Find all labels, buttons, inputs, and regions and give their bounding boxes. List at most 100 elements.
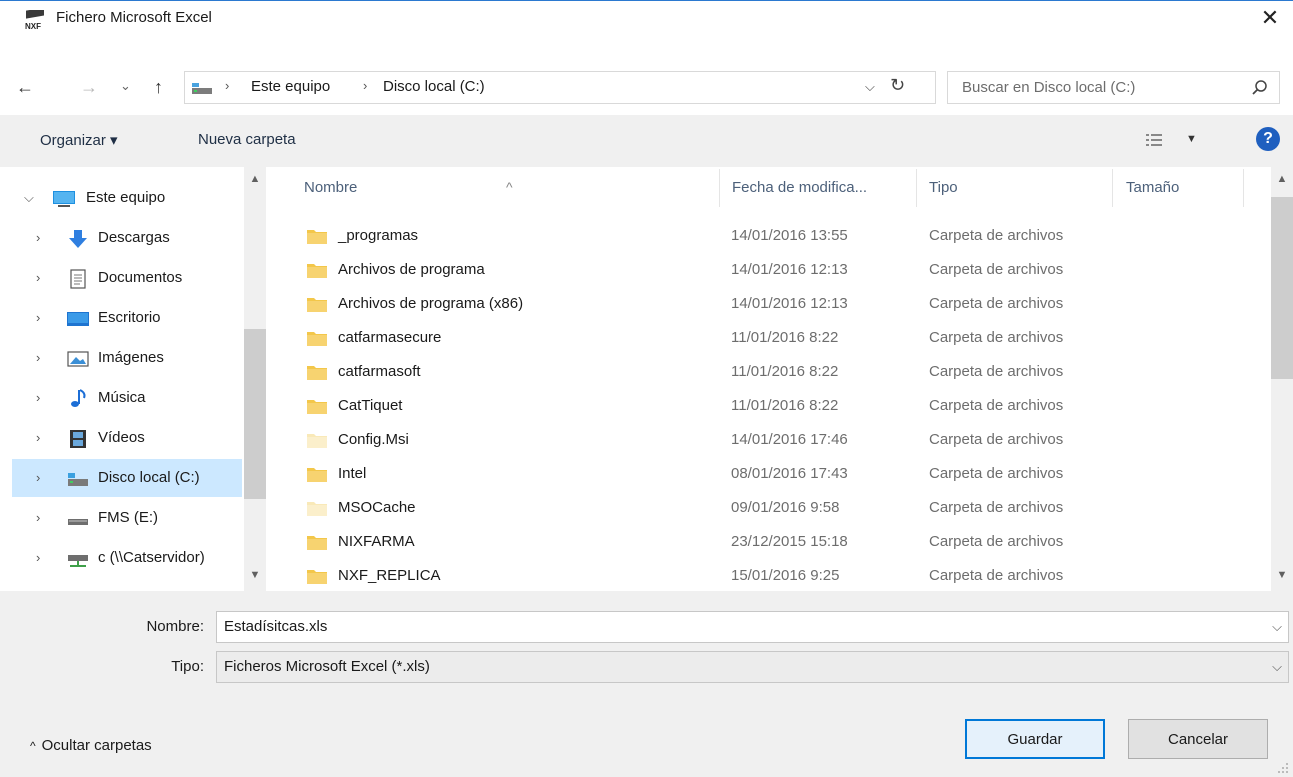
search-input[interactable]: Buscar en Disco local (C:): [947, 71, 1280, 104]
file-type: Carpeta de archivos: [929, 397, 1064, 414]
sidebar-item-catservidor[interactable]: › c (\\Catservidor): [12, 539, 244, 577]
filename-value: Estadísitcas.xls: [224, 618, 328, 635]
sidebar-item-label: FMS (E:): [98, 509, 158, 526]
column-divider[interactable]: [1112, 169, 1113, 207]
expand-chevron-icon[interactable]: ›: [36, 470, 40, 485]
filetype-select[interactable]: Ficheros Microsoft Excel (*.xls) ⌵: [216, 651, 1289, 683]
file-row[interactable]: Archivos de programa 14/01/2016 12:13 Ca…: [266, 253, 1266, 287]
column-header-type[interactable]: Tipo: [929, 179, 958, 196]
file-type: Carpeta de archivos: [929, 363, 1064, 380]
expand-chevron-icon[interactable]: ›: [36, 510, 40, 525]
sidebar-item-descargas[interactable]: › Descargas: [12, 219, 244, 257]
file-row[interactable]: catfarmasecure 11/01/2016 8:22 Carpeta d…: [266, 321, 1266, 355]
downloads-icon: [69, 230, 87, 248]
breadcrumb-disco-local[interactable]: Disco local (C:): [383, 78, 485, 95]
chevron-up-icon: ^: [30, 739, 36, 753]
scroll-down-icon[interactable]: ▼: [1271, 569, 1293, 581]
chevron-down-icon[interactable]: ⌵: [1272, 619, 1282, 635]
filetype-value: Ficheros Microsoft Excel (*.xls): [224, 658, 430, 675]
column-divider[interactable]: [1243, 169, 1244, 207]
cancel-button[interactable]: Cancelar: [1128, 719, 1268, 759]
title-bar: NXF Fichero Microsoft Excel ✕: [0, 1, 1293, 35]
breadcrumb-este-equipo[interactable]: Este equipo: [251, 78, 330, 95]
refresh-icon[interactable]: ↻: [890, 75, 905, 96]
file-name: NXF_REPLICA: [338, 567, 441, 584]
breadcrumb-separator: ›: [363, 78, 368, 93]
view-options-icon[interactable]: [1146, 133, 1162, 147]
address-bar[interactable]: › Este equipo › Disco local (C:) ⌵ ↻: [184, 71, 936, 104]
scrollbar-thumb[interactable]: [1271, 197, 1293, 379]
sidebar-item-escritorio[interactable]: › Escritorio: [12, 299, 244, 337]
filename-label: Nombre:: [146, 618, 204, 635]
sidebar-item-videos[interactable]: › Vídeos: [12, 419, 244, 457]
file-date: 23/12/2015 15:18: [731, 533, 848, 550]
sidebar-item-musica[interactable]: › Música: [12, 379, 244, 417]
videos-icon: [70, 430, 86, 448]
column-divider[interactable]: [916, 169, 917, 207]
file-name: NIXFARMA: [338, 533, 415, 550]
file-row[interactable]: _programas 14/01/2016 13:55 Carpeta de a…: [266, 219, 1266, 253]
column-header-date[interactable]: Fecha de modifica...: [732, 179, 867, 196]
column-header-size[interactable]: Tamaño: [1126, 179, 1179, 196]
expand-chevron-icon[interactable]: ›: [36, 230, 40, 245]
file-row[interactable]: Config.Msi 14/01/2016 17:46 Carpeta de a…: [266, 423, 1266, 457]
file-type: Carpeta de archivos: [929, 295, 1064, 312]
scroll-up-icon[interactable]: ▲: [244, 173, 266, 185]
address-history-dropdown[interactable]: ⌵: [865, 79, 875, 95]
forward-button[interactable]: →: [80, 77, 98, 97]
sidebar-item-disco-local[interactable]: › Disco local (C:): [12, 459, 242, 497]
recent-locations-button[interactable]: ⌄: [120, 76, 131, 96]
column-header-name[interactable]: Nombre: [304, 179, 357, 196]
sidebar-item-label: Disco local (C:): [98, 469, 200, 486]
file-row[interactable]: NXF_REPLICA 15/01/2016 9:25 Carpeta de a…: [266, 559, 1266, 591]
file-name: Config.Msi: [338, 431, 409, 448]
scroll-up-icon[interactable]: ▲: [1271, 173, 1293, 185]
expand-chevron-icon[interactable]: ›: [36, 350, 40, 365]
computer-drive-icon: [192, 83, 212, 94]
expand-chevron-icon[interactable]: ›: [36, 430, 40, 445]
expand-chevron-icon[interactable]: ›: [36, 390, 40, 405]
file-list-scrollbar[interactable]: ▲ ▼: [1271, 167, 1293, 591]
folder-icon: [307, 298, 327, 312]
search-icon[interactable]: [1251, 79, 1269, 97]
collapse-chevron-icon[interactable]: ⌵: [24, 190, 34, 206]
organize-button[interactable]: Organizar ▾: [40, 131, 118, 149]
file-type: Carpeta de archivos: [929, 533, 1064, 550]
navigation-bar: ← → ⌄ ↑ › Este equipo › Disco local (C:)…: [0, 67, 1293, 107]
view-dropdown-icon[interactable]: ▼: [1186, 133, 1197, 145]
save-button[interactable]: Guardar: [965, 719, 1105, 759]
navigation-pane-scrollbar[interactable]: ▲ ▼: [244, 167, 266, 591]
file-row[interactable]: CatTiquet 11/01/2016 8:22 Carpeta de arc…: [266, 389, 1266, 423]
new-folder-button[interactable]: Nueva carpeta: [198, 131, 296, 148]
file-date: 11/01/2016 8:22: [731, 329, 839, 346]
sidebar-item-fms[interactable]: › FMS (E:): [12, 499, 244, 537]
expand-chevron-icon[interactable]: ›: [36, 550, 40, 565]
column-divider[interactable]: [719, 169, 720, 207]
file-name: catfarmasecure: [338, 329, 442, 346]
sidebar-item-documentos[interactable]: › Documentos: [12, 259, 244, 297]
file-row[interactable]: Archivos de programa (x86) 14/01/2016 12…: [266, 287, 1266, 321]
close-button[interactable]: ✕: [1247, 1, 1293, 35]
expand-chevron-icon[interactable]: ›: [36, 270, 40, 285]
filename-input[interactable]: Estadísitcas.xls ⌵: [216, 611, 1289, 643]
chevron-down-icon[interactable]: ⌵: [1272, 659, 1282, 675]
help-icon[interactable]: ?: [1256, 127, 1280, 151]
computer-icon: [53, 191, 75, 207]
sidebar-item-imagenes[interactable]: › Imágenes: [12, 339, 244, 377]
resize-grip-icon[interactable]: [1277, 762, 1289, 774]
scroll-down-icon[interactable]: ▼: [244, 569, 266, 581]
back-button[interactable]: ←: [16, 77, 34, 97]
file-date: 11/01/2016 8:22: [731, 363, 839, 380]
file-row[interactable]: MSOCache 09/01/2016 9:58 Carpeta de arch…: [266, 491, 1266, 525]
sidebar-item-este-equipo[interactable]: ⌵ Este equipo: [12, 179, 244, 217]
file-type: Carpeta de archivos: [929, 465, 1064, 482]
sidebar-item-label: Música: [98, 389, 146, 406]
expand-chevron-icon[interactable]: ›: [36, 310, 40, 325]
hide-folders-toggle[interactable]: ^ Ocultar carpetas: [30, 737, 152, 754]
close-icon: ✕: [1260, 5, 1280, 30]
up-button[interactable]: ↑: [154, 77, 163, 97]
file-row[interactable]: Intel 08/01/2016 17:43 Carpeta de archiv…: [266, 457, 1266, 491]
file-row[interactable]: catfarmasoft 11/01/2016 8:22 Carpeta de …: [266, 355, 1266, 389]
scrollbar-thumb[interactable]: [244, 329, 266, 499]
file-row[interactable]: NIXFARMA 23/12/2015 15:18 Carpeta de arc…: [266, 525, 1266, 559]
